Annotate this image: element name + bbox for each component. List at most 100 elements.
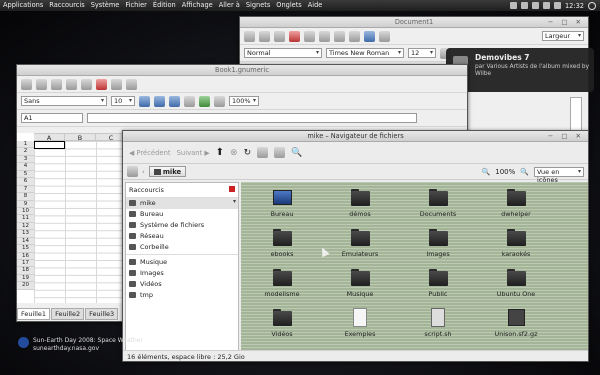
menu-aller[interactable]: Aller à: [216, 0, 243, 11]
zoom-icon[interactable]: [364, 30, 375, 42]
menu-applications[interactable]: Applications: [0, 0, 46, 11]
menu-edition[interactable]: Édition: [150, 0, 179, 11]
menu-affichage[interactable]: Affichage: [179, 0, 216, 11]
row-header[interactable]: 8: [17, 193, 34, 201]
row-header[interactable]: 9: [17, 200, 34, 208]
computer-icon[interactable]: [274, 147, 286, 158]
save-icon[interactable]: [274, 30, 285, 42]
file-item[interactable]: Vidéos: [251, 308, 313, 338]
menu-systeme[interactable]: Système: [88, 0, 123, 11]
zoom-in-icon[interactable]: 🔍: [520, 168, 529, 176]
sheet-grid[interactable]: A B C 1 2 3 4 5 6 7 8 9 10 11 12 13 14 1…: [17, 133, 129, 303]
row-header[interactable]: 6: [17, 178, 34, 186]
file-item[interactable]: modelisme: [251, 268, 313, 298]
file-item[interactable]: ebooks: [251, 228, 313, 258]
print-icon[interactable]: [379, 30, 390, 42]
forward-button[interactable]: Suivant ▶: [177, 149, 210, 157]
row-header[interactable]: 19: [17, 274, 34, 283]
cut-icon[interactable]: [289, 30, 300, 42]
sidebar-item-bureau[interactable]: Bureau: [126, 209, 238, 220]
open-icon[interactable]: [36, 78, 47, 90]
sidebar-item-filesystem[interactable]: Système de fichiers: [126, 220, 238, 231]
sum-icon[interactable]: [199, 95, 210, 107]
calc-zoom-select[interactable]: 100%: [229, 96, 259, 106]
row-header[interactable]: 14: [17, 237, 34, 246]
sidebar-item-musique[interactable]: Musique: [126, 257, 238, 268]
selected-cell[interactable]: [34, 141, 65, 149]
up-icon[interactable]: ⬆: [216, 147, 224, 158]
reload-icon[interactable]: ↻: [244, 148, 252, 158]
sidebar-item-trash[interactable]: Corbeille: [126, 241, 238, 252]
row-header[interactable]: 2: [17, 148, 34, 156]
file-item[interactable]: Documents: [407, 188, 469, 218]
font-select[interactable]: Times New Roman: [326, 48, 404, 58]
menu-onglets[interactable]: Onglets: [273, 0, 304, 11]
calc-titlebar[interactable]: Book1.gnumeric: [17, 65, 467, 76]
italic-icon[interactable]: [154, 95, 165, 107]
file-item[interactable]: Ubuntu One: [485, 268, 547, 298]
sidebar-header[interactable]: Raccourcis: [126, 183, 238, 198]
row-header[interactable]: 7: [17, 185, 34, 194]
sidebar-item-tmp[interactable]: tmp: [126, 289, 238, 300]
path-left-arrow[interactable]: ‹: [142, 168, 145, 176]
nautilus-titlebar[interactable]: mike – Navigateur de fichiers − □ ✕: [123, 131, 588, 142]
row-header[interactable]: 13: [17, 230, 34, 238]
search-icon[interactable]: 🔍: [291, 148, 302, 158]
network-icon[interactable]: [509, 2, 517, 9]
row-header[interactable]: 17: [17, 260, 34, 268]
sheet-tab[interactable]: Feuille2: [51, 308, 85, 320]
file-item[interactable]: Emulateurs: [329, 228, 391, 258]
calc-font-select[interactable]: Sans: [21, 96, 107, 106]
file-item[interactable]: script.sh: [407, 308, 469, 338]
new-icon[interactable]: [244, 30, 255, 42]
paste-icon[interactable]: [319, 30, 330, 42]
mail-icon[interactable]: [531, 2, 539, 9]
icon-view[interactable]: Bureau démos Documents dwhelper ebooks Emulat…: [241, 182, 588, 351]
row-header[interactable]: 20: [17, 282, 34, 290]
view-mode-select[interactable]: Vue en icônes: [534, 166, 584, 184]
row-header[interactable]: 5: [17, 170, 34, 179]
row-header[interactable]: 18: [17, 267, 34, 275]
home-icon[interactable]: [257, 147, 269, 158]
sidebar-item-videos[interactable]: Vidéos: [126, 279, 238, 290]
file-item[interactable]: karaokés: [485, 228, 547, 258]
style-select[interactable]: Normal: [244, 48, 322, 58]
desktop-rss-widget[interactable]: Sun-Earth Day 2008: Space Weather sunear…: [18, 337, 143, 353]
bold-icon[interactable]: [139, 95, 150, 107]
stop-icon[interactable]: ⊗: [230, 148, 238, 158]
close-sidebar-icon[interactable]: [229, 186, 235, 192]
file-item[interactable]: Musique: [329, 268, 391, 298]
battery-icon[interactable]: [553, 2, 561, 9]
clock[interactable]: 12:32: [565, 2, 584, 10]
largeur-select[interactable]: Largeur: [542, 31, 584, 41]
file-item[interactable]: Images: [407, 228, 469, 258]
merge-icon[interactable]: [214, 95, 225, 107]
sidebar-item-images[interactable]: Images: [126, 268, 238, 279]
underline-icon[interactable]: [169, 95, 180, 107]
menu-aide[interactable]: Aide: [305, 0, 326, 11]
row-header[interactable]: 11: [17, 215, 34, 223]
file-item[interactable]: Unison.sf2.gz: [485, 308, 547, 338]
menu-signets[interactable]: Signets: [243, 0, 273, 11]
open-icon[interactable]: [259, 30, 270, 42]
align-left-icon[interactable]: [184, 95, 195, 107]
window-controls[interactable]: − □ ✕: [548, 17, 584, 28]
power-icon[interactable]: [588, 1, 596, 10]
copy-icon[interactable]: [304, 30, 315, 42]
preview-icon[interactable]: [81, 78, 92, 90]
zoom-out-icon[interactable]: 🔍: [482, 168, 491, 176]
sheet-tab[interactable]: Feuille3: [85, 308, 119, 320]
column-header[interactable]: A: [34, 133, 65, 142]
file-item[interactable]: démos: [329, 188, 391, 218]
row-header[interactable]: 1: [17, 141, 34, 149]
sidebar-item-network[interactable]: Réseau: [126, 230, 238, 241]
undo-icon[interactable]: [334, 30, 345, 42]
calc-size-select[interactable]: 10: [111, 96, 135, 106]
menu-raccourcis[interactable]: Raccourcis: [46, 0, 87, 11]
file-item[interactable]: Public: [407, 268, 469, 298]
sidebar-item-mike[interactable]: mike: [126, 198, 238, 209]
print-icon[interactable]: [66, 78, 77, 90]
size-select[interactable]: 12: [408, 48, 436, 58]
breadcrumb[interactable]: mike: [148, 166, 187, 177]
menu-fichier[interactable]: Fichier: [122, 0, 150, 11]
